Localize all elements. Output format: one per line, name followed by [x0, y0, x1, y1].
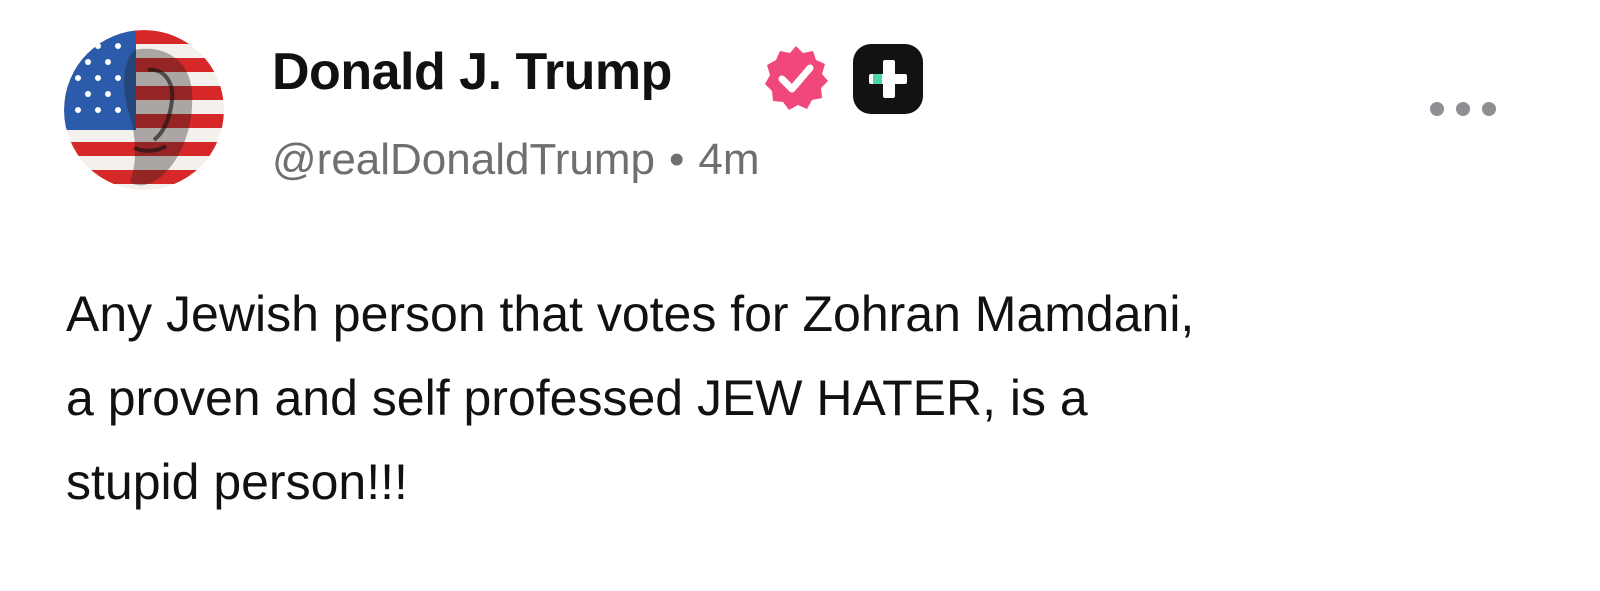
avatar[interactable]: [64, 30, 224, 190]
more-dot: [1482, 102, 1496, 116]
verified-check-icon: [762, 44, 830, 112]
meta-separator: •: [668, 135, 685, 184]
author-display-name[interactable]: Donald J. Trump: [272, 46, 672, 98]
post-line: stupid person!!!: [66, 454, 408, 510]
author-handle[interactable]: @realDonaldTrump: [272, 135, 655, 184]
post-timestamp[interactable]: 4m: [698, 135, 759, 184]
post-card: Donald J. Trump @realDonaldTrump • 4m Any …: [0, 0, 1600, 591]
post-body: Any Jewish person that votes for Zohran …: [66, 272, 1546, 524]
flag-portrait-icon: [64, 30, 224, 190]
post-line: Any Jewish person that votes for Zohran …: [66, 286, 1195, 342]
more-dot: [1430, 102, 1444, 116]
more-dot: [1456, 102, 1470, 116]
plus-icon[interactable]: [853, 44, 923, 114]
author-meta: @realDonaldTrump • 4m: [272, 138, 760, 182]
more-horizontal-icon[interactable]: [1430, 96, 1496, 122]
post-line: a proven and self professed JEW HATER, i…: [66, 370, 1088, 426]
